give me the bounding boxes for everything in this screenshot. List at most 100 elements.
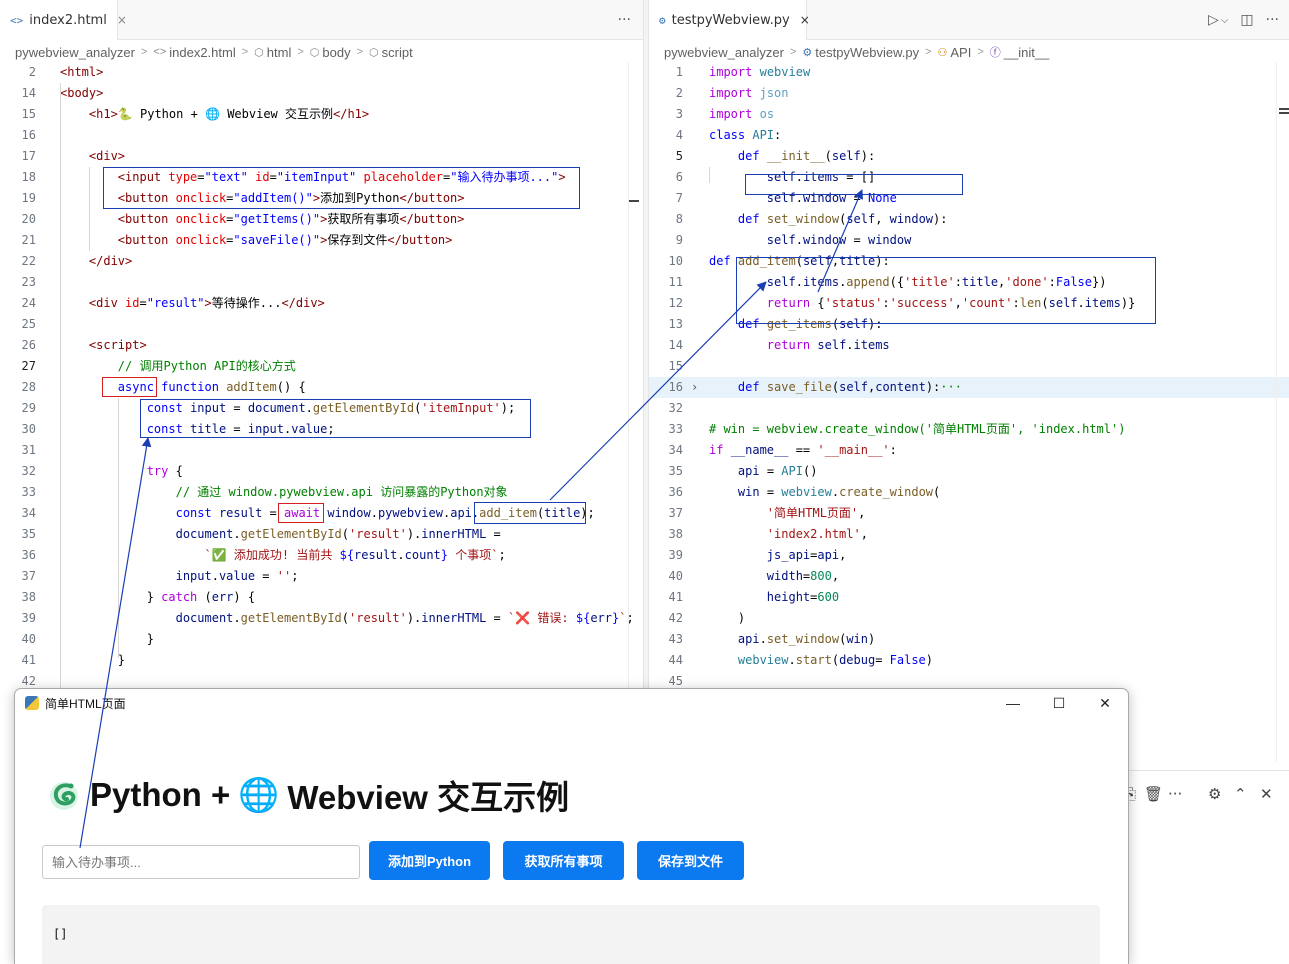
line-number: 17: [21, 149, 36, 163]
code-line[interactable]: 6 self.items = []: [649, 167, 1289, 188]
close-window-icon[interactable]: ✕: [1082, 689, 1128, 717]
more-actions-icon[interactable]: ···: [1168, 785, 1182, 803]
chevron-right-icon: >: [241, 46, 249, 58]
close-tab-icon[interactable]: ×: [800, 13, 810, 27]
code-line[interactable]: 22 </div>: [0, 251, 643, 272]
code-line[interactable]: 17 <div>: [0, 146, 643, 167]
get-items-button[interactable]: 获取所有事项: [503, 841, 624, 880]
code-line[interactable]: 10 def add_item(self,title):: [649, 251, 1289, 272]
code-line[interactable]: 1 import webview: [649, 62, 1289, 83]
code-line[interactable]: 36 `✅ 添加成功! 当前共 ${result.count} 个事项`;: [0, 545, 643, 566]
breadcrumb-root[interactable]: pywebview_analyzer: [664, 45, 784, 60]
maximize-icon[interactable]: ☐: [1036, 689, 1082, 717]
code-line[interactable]: 5 def __init__(self):: [649, 146, 1289, 167]
code-line[interactable]: 40 }: [0, 629, 643, 650]
code-line[interactable]: 3 import os: [649, 104, 1289, 125]
code-line[interactable]: 26 <script>: [0, 335, 643, 356]
code-line[interactable]: 35 document.getElementById('result').inn…: [0, 524, 643, 545]
code-line[interactable]: 8 def set_window(self, window):: [649, 209, 1289, 230]
code-line[interactable]: 2 import json: [649, 83, 1289, 104]
code-line[interactable]: 15: [649, 356, 1289, 377]
code-line[interactable]: 31: [0, 440, 643, 461]
line-number: 7: [675, 191, 683, 205]
more-actions-icon[interactable]: ···: [618, 12, 631, 28]
code-line[interactable]: 13 def get_items(self):: [649, 314, 1289, 335]
close-panel-icon[interactable]: ✕: [1260, 785, 1273, 803]
code-line[interactable]: 41 height=600: [649, 587, 1289, 608]
todo-input[interactable]: [42, 845, 360, 879]
code-line[interactable]: 42 ): [649, 608, 1289, 629]
code-line[interactable]: 4 class API:: [649, 125, 1289, 146]
add-to-python-button[interactable]: 添加到Python: [369, 841, 490, 880]
breadcrumb-html[interactable]: html: [267, 45, 292, 60]
line-number: 28: [21, 380, 36, 394]
breadcrumb-root[interactable]: pywebview_analyzer: [15, 45, 135, 60]
code-line[interactable]: 14 <body>: [0, 83, 643, 104]
code-line[interactable]: 38 'index2.html',: [649, 524, 1289, 545]
code-line[interactable]: 33 // 通过 window.pywebview.api 访问暴露的Pytho…: [0, 482, 643, 503]
code-line[interactable]: 32: [649, 398, 1289, 419]
code-line[interactable]: 40 width=800,: [649, 566, 1289, 587]
tab-testpywebview-py[interactable]: ⚙ testpyWebview.py ×: [649, 0, 810, 40]
code-line[interactable]: 18 <input type="text" id="itemInput" pla…: [0, 167, 643, 188]
settings-icon[interactable]: ⚙: [1208, 785, 1221, 803]
minimize-icon[interactable]: —: [990, 689, 1036, 717]
scrollbar-track[interactable]: [628, 62, 629, 692]
code-line[interactable]: 15 <h1>🐍 Python + 🌐 Webview 交互示例</h1>: [0, 104, 643, 125]
code-line[interactable]: 19 <button onclick="addItem()">添加到Python…: [0, 188, 643, 209]
code-line[interactable]: 12 return {'status':'success','count':le…: [649, 293, 1289, 314]
code-line[interactable]: 7 self.window = None: [649, 188, 1289, 209]
code-line[interactable]: 39 document.getElementById('result').inn…: [0, 608, 643, 629]
code-line[interactable]: 20 <button onclick="getItems()">获取所有事项</…: [0, 209, 643, 230]
code-line[interactable]: 33 # win = webview.create_window('简单HTML页…: [649, 419, 1289, 440]
code-line[interactable]: 24 <div id="result">等待操作...</div>: [0, 293, 643, 314]
code-line[interactable]: 38 } catch (err) {: [0, 587, 643, 608]
chevron-up-icon[interactable]: ⌃: [1234, 785, 1247, 803]
code-line[interactable]: 37 '简单HTML页面',: [649, 503, 1289, 524]
code-line[interactable]: 2 <html>: [0, 62, 643, 83]
code-line[interactable]: 23: [0, 272, 643, 293]
chevron-down-icon[interactable]: ⌵: [1221, 15, 1229, 26]
code-line[interactable]: 43 api.set_window(win): [649, 629, 1289, 650]
code-line[interactable]: 35 api = API(): [649, 461, 1289, 482]
code-line[interactable]: 16 › def save_file(self,content):···: [649, 377, 1289, 398]
close-tab-icon[interactable]: ×: [117, 13, 127, 27]
breadcrumb-file[interactable]: testpyWebview.py: [815, 45, 919, 60]
split-editor-icon[interactable]: ◫: [1240, 12, 1253, 28]
code-line[interactable]: 27 // 调用Python API的核心方式: [0, 356, 643, 377]
trash-icon[interactable]: 🗑: [1144, 785, 1163, 803]
tab-index2-html[interactable]: <> index2.html ×: [0, 0, 127, 40]
save-file-button[interactable]: 保存到文件: [637, 841, 744, 880]
code-editor-python[interactable]: 1 import webview 2 import json 3 import os 4 cl…: [649, 62, 1289, 692]
code-line[interactable]: 36 win = webview.create_window(: [649, 482, 1289, 503]
breadcrumb-class[interactable]: API: [950, 45, 971, 60]
breadcrumb-script[interactable]: script: [382, 45, 413, 60]
more-actions-icon[interactable]: ···: [1266, 12, 1279, 28]
run-icon[interactable]: ▷: [1208, 12, 1219, 28]
scrollbar-marker: [1279, 112, 1289, 114]
code-line[interactable]: 32 try {: [0, 461, 643, 482]
code-line[interactable]: 11 self.items.append({'title':title,'don…: [649, 272, 1289, 293]
breadcrumb-method[interactable]: __init__: [1004, 45, 1050, 60]
code-line[interactable]: 30 const title = input.value;: [0, 419, 643, 440]
fold-chevron-icon[interactable]: ›: [691, 377, 698, 398]
code-line[interactable]: 34 if __name__ == '__main__':: [649, 440, 1289, 461]
code-line[interactable]: 37 input.value = '';: [0, 566, 643, 587]
breadcrumb-file[interactable]: index2.html: [169, 45, 235, 60]
code-line[interactable]: 39 js_api=api,: [649, 545, 1289, 566]
code-line[interactable]: 29 const input = document.getElementById…: [0, 398, 643, 419]
code-line[interactable]: 28 async function addItem() {: [0, 377, 643, 398]
code-editor-html[interactable]: 2 <html> 14 <body> 15 <h1>🐍 Python + 🌐 Webvi…: [0, 62, 643, 692]
code-line[interactable]: 16: [0, 125, 643, 146]
code-line[interactable]: 41 }: [0, 650, 643, 671]
code-line[interactable]: 21 <button onclick="saveFile()">保存到文件</b…: [0, 230, 643, 251]
code-line[interactable]: 44 webview.start(debug= False): [649, 650, 1289, 671]
code-line[interactable]: 34 const result = await window.pywebview…: [0, 503, 643, 524]
window-titlebar[interactable]: 简单HTML页面 — ☐ ✕: [15, 689, 1128, 717]
code-line[interactable]: 14 return self.items: [649, 335, 1289, 356]
scrollbar-track[interactable]: [1276, 62, 1277, 762]
code-line[interactable]: 25: [0, 314, 643, 335]
breadcrumb-body[interactable]: body: [322, 45, 350, 60]
code-line[interactable]: 9 self.window = window: [649, 230, 1289, 251]
